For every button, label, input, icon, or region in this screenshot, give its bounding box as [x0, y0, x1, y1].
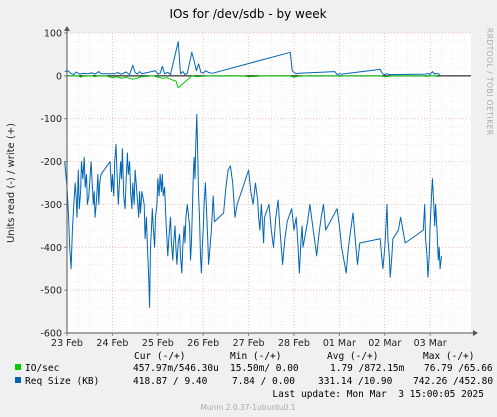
- legend-min-io: 15.50m/ 0.00: [230, 363, 299, 374]
- x-tick-label: 27 Feb: [233, 338, 265, 349]
- footer: Munin 2.0.37-1ubuntu0.1: [200, 403, 295, 412]
- y-tick-label: 100: [44, 29, 62, 40]
- legend-label-io: IO/sec: [25, 363, 59, 374]
- legend-max-io: 76.79 /65.66: [424, 363, 493, 374]
- legend-swatch-io: [15, 364, 21, 370]
- x-tick-label: 01 Mar: [323, 338, 356, 349]
- legend: Cur (-/+) Min (-/+) Avg (-/+) Max (-/+) …: [15, 351, 493, 400]
- chart-title: IOs for /dev/sdb - by week: [169, 7, 326, 21]
- x-axis-arrow: [473, 330, 478, 336]
- legend-max-reqsize: 742.26 /452.80: [413, 376, 493, 387]
- legend-avg-reqsize: 331.14 /10.90: [318, 376, 393, 387]
- legend-label-reqsize: Req Size (KB): [25, 376, 99, 387]
- legend-header-avg: Avg (-/+): [327, 351, 378, 362]
- y-tick-label: 0: [56, 71, 62, 82]
- x-tick-label: 23 Feb: [51, 338, 83, 349]
- legend-swatch-reqsize: [15, 377, 21, 383]
- y-axis-arrow: [64, 26, 70, 31]
- x-tick-label: 25 Feb: [142, 338, 174, 349]
- y-tick-label: -200: [40, 157, 62, 168]
- legend-cur-io: 457.97m/546.30u: [133, 363, 219, 374]
- side-label: RRDTOOL / TOBI OETIKER: [485, 28, 494, 136]
- y-tick-label: -400: [40, 243, 62, 254]
- last-update: Last update: Mon Mar 3 15:00:05 2025: [272, 389, 484, 400]
- legend-header-max: Max (-/+): [423, 351, 474, 362]
- x-tick-label: 02 Mar: [368, 338, 401, 349]
- x-tick-label: 28 Feb: [278, 338, 310, 349]
- x-tick-label: 26 Feb: [187, 338, 219, 349]
- legend-header-min: Min (-/+): [230, 351, 281, 362]
- legend-header-cur: Cur (-/+): [134, 351, 185, 362]
- y-tick-label: -500: [40, 286, 62, 297]
- legend-cur-reqsize: 418.87 / 9.40: [133, 376, 208, 387]
- legend-min-reqsize: 7.84 / 0.00: [232, 376, 295, 387]
- x-tick-label: 24 Feb: [96, 338, 128, 349]
- x-tick-label: 03 Mar: [414, 338, 447, 349]
- y-tick-label: -300: [40, 200, 62, 211]
- y-tick-label: -100: [40, 114, 62, 125]
- legend-avg-io: 1.79 /872.15m: [330, 363, 405, 374]
- chart: IOs for /dev/sdb - by week RRDTOOL / TOB…: [6, 7, 494, 412]
- y-axis-label: Units read (-) / write (+): [6, 123, 17, 243]
